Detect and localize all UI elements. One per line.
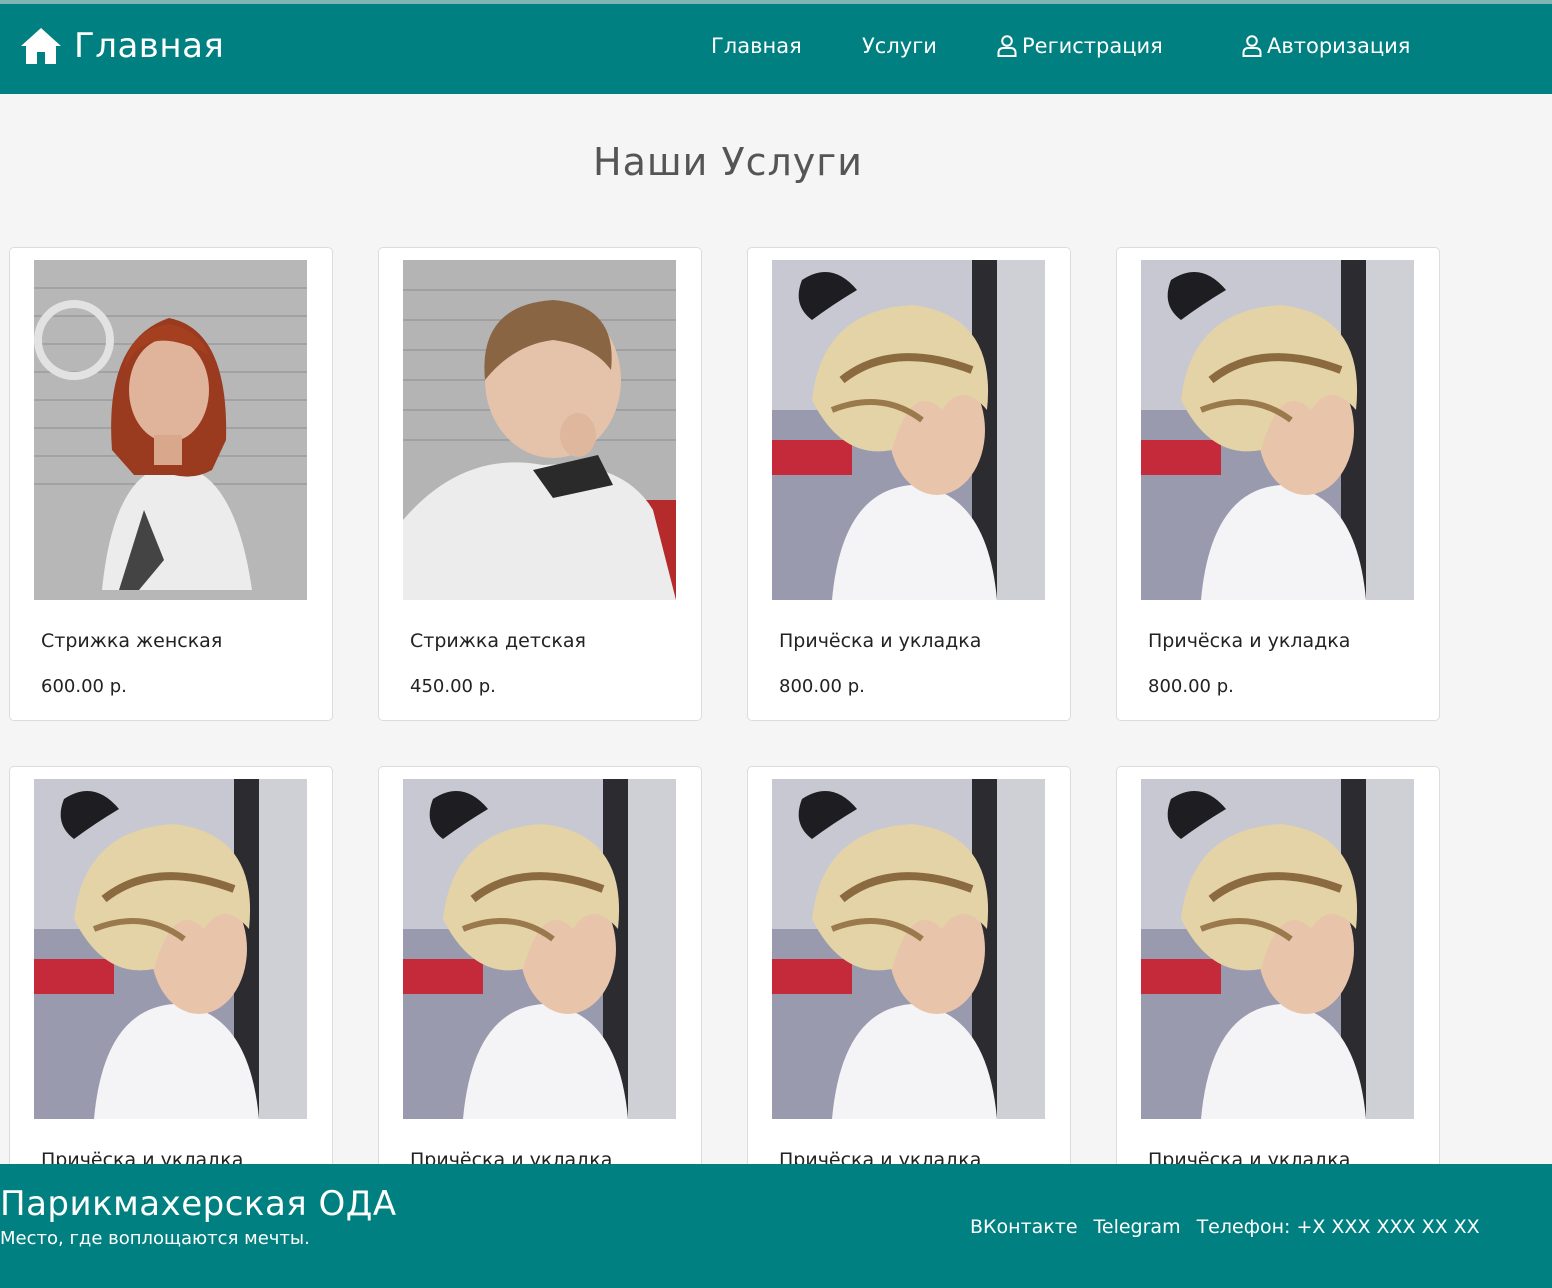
- footer-title: Парикмахерская ОДА: [0, 1184, 397, 1224]
- nav-link-label: Авторизация: [1267, 34, 1411, 58]
- nav-link-label: Главная: [711, 34, 802, 58]
- blonde-updo-photo: [772, 260, 1045, 600]
- footer: Парикмахерская ОДА Место, где воплощаютс…: [0, 1164, 1552, 1288]
- telegram-link[interactable]: Telegram: [1094, 1216, 1181, 1238]
- service-name: Стрижка детская: [410, 630, 586, 652]
- user-icon: [997, 35, 1017, 57]
- nav-link-register[interactable]: Регистрация: [997, 34, 1163, 58]
- blonde-updo-photo: [34, 779, 307, 1119]
- woman-red-haircut-photo: [34, 260, 307, 600]
- service-card[interactable]: Причёска и укладка 800.00 р.: [747, 247, 1071, 721]
- nav-link-home[interactable]: Главная: [711, 34, 802, 58]
- service-name: Причёска и укладка: [779, 630, 982, 652]
- blonde-updo-photo: [772, 779, 1045, 1119]
- service-name: Причёска и укладка: [1148, 630, 1351, 652]
- blonde-updo-photo: [1141, 779, 1414, 1119]
- nav-link-login[interactable]: Авторизация: [1242, 34, 1410, 58]
- blonde-updo-photo: [403, 779, 676, 1119]
- home-icon: [21, 28, 61, 64]
- vk-link[interactable]: ВКонтакте: [970, 1216, 1078, 1238]
- nav-link-label: Регистрация: [1022, 34, 1163, 58]
- service-price: 600.00 р.: [41, 676, 127, 697]
- service-name: Стрижка женская: [41, 630, 223, 652]
- child-haircut-photo: [403, 260, 676, 600]
- brand-label: Главная: [74, 26, 225, 66]
- service-card[interactable]: Причёска и укладка 800.00 р.: [1116, 247, 1440, 721]
- service-card[interactable]: Стрижка женская 600.00 р.: [9, 247, 333, 721]
- footer-links: ВКонтакте Telegram Телефон: +X XXX XXX X…: [970, 1216, 1480, 1238]
- service-price: 800.00 р.: [1148, 676, 1234, 697]
- phone-text: Телефон: +X XXX XXX XX XX: [1196, 1216, 1480, 1238]
- brand-link[interactable]: Главная: [20, 26, 224, 66]
- navbar: Главная Главная Услуги Регистрация Автор…: [0, 4, 1552, 94]
- page-title: Наши Услуги: [593, 140, 863, 184]
- service-price: 450.00 р.: [410, 676, 496, 697]
- service-price: 800.00 р.: [779, 676, 865, 697]
- service-card[interactable]: Стрижка детская 450.00 р.: [378, 247, 702, 721]
- nav-link-services[interactable]: Услуги: [862, 34, 937, 58]
- footer-tagline: Место, где воплощаются мечты.: [0, 1228, 310, 1249]
- blonde-updo-photo: [1141, 260, 1414, 600]
- nav-link-label: Услуги: [862, 34, 937, 58]
- user-icon: [1242, 35, 1262, 57]
